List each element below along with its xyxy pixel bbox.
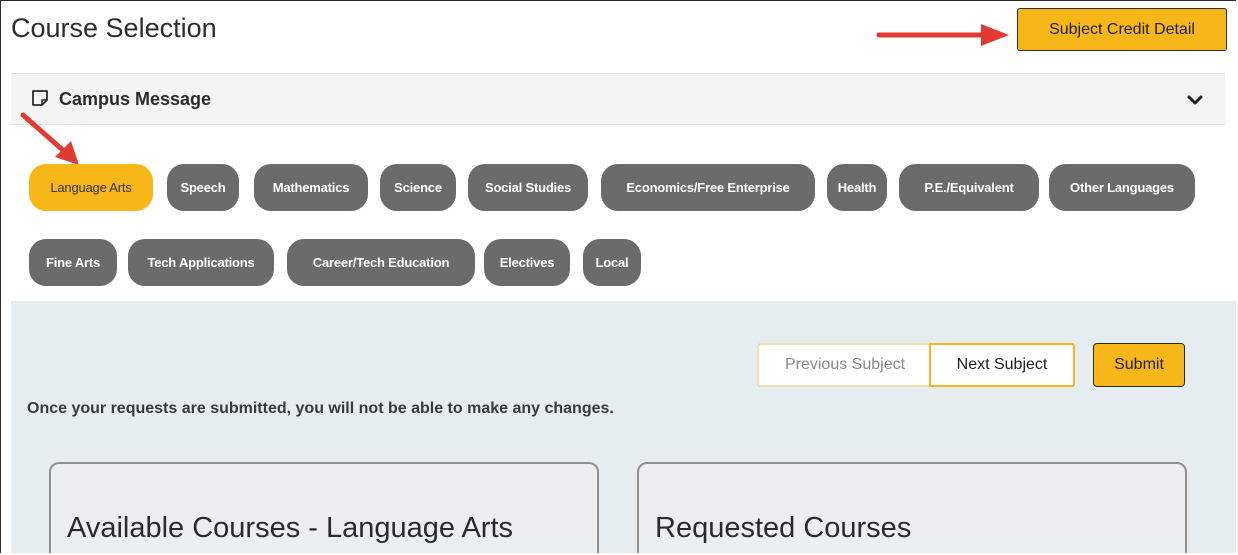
- subject-pill-local[interactable]: Local: [583, 239, 641, 286]
- submit-button[interactable]: Submit: [1093, 343, 1185, 387]
- chevron-down-icon[interactable]: [1187, 94, 1203, 106]
- subject-pill-career-tech[interactable]: Career/Tech Education: [287, 239, 475, 286]
- course-selection-page: Course Selection Subject Credit Detail C…: [0, 0, 1236, 553]
- requested-courses-panel: Requested Courses: [637, 462, 1187, 553]
- subject-pill-other-languages[interactable]: Other Languages: [1049, 164, 1195, 211]
- subject-pill-pe-equivalent[interactable]: P.E./Equivalent: [899, 164, 1039, 211]
- available-courses-panel: Available Courses - Language Arts: [49, 462, 599, 553]
- subject-pill-fine-arts[interactable]: Fine Arts: [29, 239, 117, 286]
- note-icon: [32, 90, 48, 106]
- requested-courses-title: Requested Courses: [655, 512, 912, 544]
- subject-credit-detail-button[interactable]: Subject Credit Detail: [1017, 8, 1227, 51]
- subject-pill-mathematics[interactable]: Mathematics: [254, 164, 368, 211]
- subject-pill-language-arts[interactable]: Language Arts: [29, 164, 153, 211]
- subject-pill-economics[interactable]: Economics/Free Enterprise: [601, 164, 815, 211]
- submission-notice: Once your requests are submitted, you wi…: [27, 400, 614, 417]
- subject-pill-social-studies[interactable]: Social Studies: [468, 164, 588, 211]
- previous-subject-button[interactable]: Previous Subject: [757, 343, 931, 387]
- annotation-arrow-credit: [876, 24, 1009, 46]
- subject-pill-electives[interactable]: Electives: [484, 239, 570, 286]
- available-courses-title: Available Courses - Language Arts: [67, 512, 514, 544]
- subject-pill-tech-applications[interactable]: Tech Applications: [128, 239, 274, 286]
- next-subject-button[interactable]: Next Subject: [929, 343, 1075, 387]
- campus-message-panel[interactable]: Campus Message: [11, 73, 1225, 125]
- subject-pill-health[interactable]: Health: [827, 164, 887, 211]
- page-title: Course Selection: [11, 13, 217, 43]
- subject-pill-speech[interactable]: Speech: [167, 164, 239, 211]
- subject-pill-science[interactable]: Science: [380, 164, 456, 211]
- annotation-arrow-language-arts: [20, 112, 79, 165]
